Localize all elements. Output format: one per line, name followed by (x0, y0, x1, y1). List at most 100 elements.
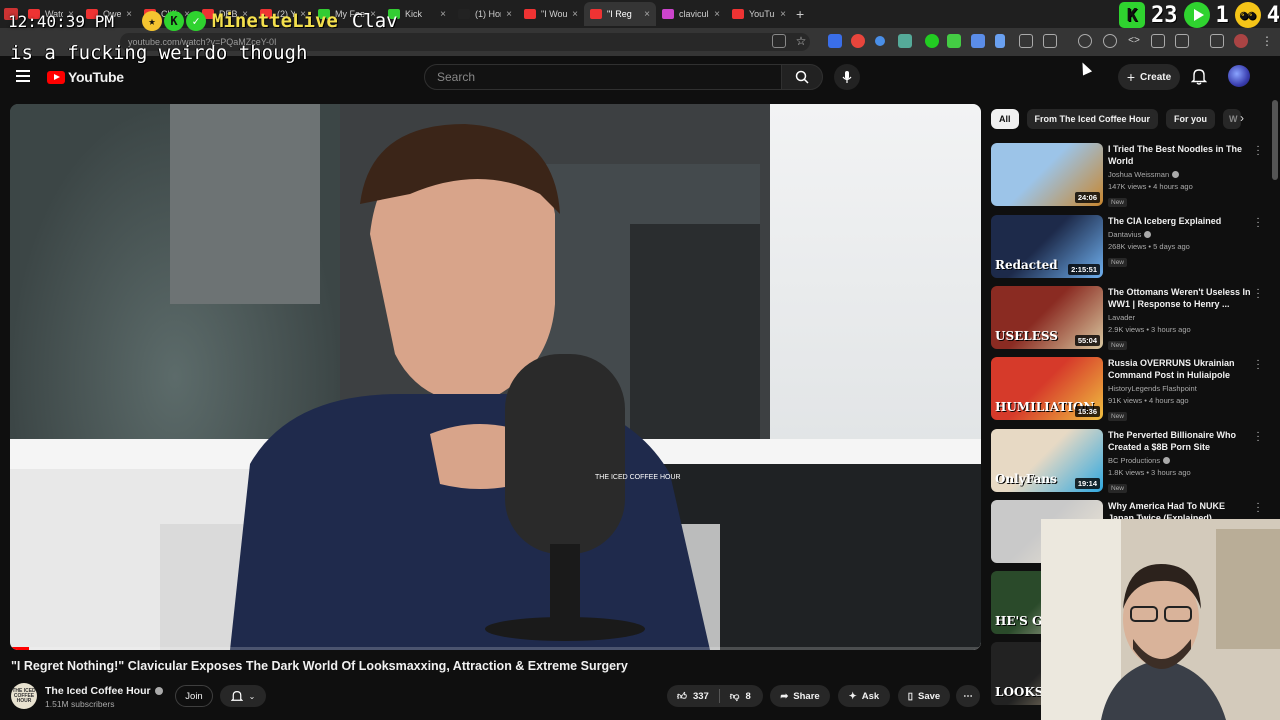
recommendation-title[interactable]: I Tried The Best Noodles in The World (1108, 143, 1252, 167)
recommendation-channel[interactable]: Joshua Weissman (1108, 170, 1252, 179)
channel-avatar[interactable]: THE ICED COFFEE HOUR (11, 683, 37, 709)
recommendation-thumbnail[interactable]: Redacted 2:15:51 (991, 215, 1103, 278)
save-button[interactable]: ▯ Save (898, 685, 950, 707)
join-button[interactable]: Join (175, 685, 213, 707)
close-icon[interactable]: × (714, 9, 720, 20)
recommendation-meta: 91K views • 4 hours ago (1108, 396, 1189, 405)
recommendation-item[interactable]: OnlyFans 19:14 The Perverted Billionaire W… (991, 428, 1266, 495)
browser-tab[interactable]: clavicular × (656, 2, 726, 26)
plus-icon: + (1126, 69, 1136, 85)
recommendation-channel[interactable]: Lavader (1108, 313, 1252, 322)
recommendation-channel[interactable]: Dantavius (1108, 230, 1252, 239)
history-icon[interactable] (1078, 34, 1092, 48)
more-vertical-icon[interactable]: · · · (1254, 356, 1262, 374)
new-badge: New (1108, 341, 1128, 350)
scrollbar[interactable] (1272, 100, 1278, 180)
hamburger-menu-icon[interactable] (16, 70, 30, 82)
more-vertical-icon[interactable]: · · · (1254, 428, 1262, 446)
close-icon[interactable]: × (780, 9, 786, 20)
voice-search-button[interactable] (834, 64, 860, 90)
share-button[interactable]: ➦ Share (770, 685, 830, 707)
tab-favicon-icon (732, 9, 744, 19)
video-duration: 19:14 (1074, 478, 1100, 489)
recommendation-title[interactable]: The Ottomans Weren't Useless In WW1 | Re… (1108, 286, 1252, 310)
thumbnail-overlay-text: LOOKS (995, 685, 1044, 699)
chip-for-you[interactable]: For you (1166, 109, 1216, 129)
extension-icon[interactable] (1103, 34, 1117, 48)
recommendation-title[interactable]: The Perverted Billionaire Who Created a … (1108, 429, 1252, 453)
extension-icon[interactable] (828, 34, 842, 48)
extension-icon[interactable] (1175, 34, 1189, 48)
recommendation-thumbnail[interactable]: USELESS 55:04 (991, 286, 1103, 349)
search-input[interactable]: Search (424, 64, 782, 90)
video-player[interactable]: THE ICED COFFEE HOUR (10, 104, 981, 650)
recommendation-channel[interactable]: HistoryLegends Flashpoint (1108, 384, 1252, 393)
recommendation-thumbnail[interactable]: OnlyFans 19:14 (991, 429, 1103, 492)
close-icon[interactable]: × (440, 9, 446, 20)
browser-tab[interactable]: "I Reg × (584, 2, 656, 26)
youtube-logo[interactable]: YouTube (47, 69, 124, 85)
recommendation-thumbnail[interactable]: 24:06 (991, 143, 1103, 206)
tab-search-icon[interactable] (1210, 34, 1224, 48)
bookmark-star-icon[interactable]: ☆ (794, 34, 808, 48)
kebab-menu-icon[interactable]: ⋮ (1260, 34, 1274, 48)
notifications-bell-icon[interactable] (1191, 68, 1207, 85)
new-badge: New (1108, 484, 1128, 493)
channel-name-label: The Iced Coffee Hour (45, 685, 151, 697)
recommendation-item[interactable]: USELESS 55:04 The Ottomans Weren't Useless… (991, 285, 1266, 352)
create-button[interactable]: + Create (1118, 64, 1180, 90)
video-progress-bar[interactable] (10, 647, 981, 650)
recommendation-title[interactable]: Russia OVERRUNS Ukrainian Command Post i… (1108, 357, 1252, 381)
recommendation-item[interactable]: 24:06 I Tried The Best Noodles in The Wor… (991, 142, 1266, 209)
browser-tab[interactable]: (1) Home × (452, 2, 518, 26)
like-button[interactable]: 👍︎ 337 (667, 685, 719, 707)
close-icon[interactable]: × (572, 9, 578, 20)
extension-icon[interactable] (898, 34, 912, 48)
recommendation-item[interactable]: Redacted 2:15:51 The CIA Iceberg Explained… (991, 214, 1266, 281)
extension-icon[interactable] (995, 34, 1005, 48)
browser-tab[interactable]: YouTube × (726, 2, 792, 26)
recommendation-item[interactable]: HUMILIATION 15:36 Russia OVERRUNS Ukrainia… (991, 356, 1266, 423)
more-vertical-icon[interactable]: · · · (1254, 285, 1262, 303)
chip-all[interactable]: All (991, 109, 1019, 129)
notification-preferences-button[interactable]: ⌄ (220, 685, 266, 707)
channel-name[interactable]: The Iced Coffee Hour (45, 685, 163, 697)
play-icon (1183, 2, 1210, 28)
more-vertical-icon[interactable]: · · · (1254, 499, 1262, 517)
more-vertical-icon[interactable]: · · · (1254, 214, 1262, 232)
chevron-right-icon[interactable]: › (1232, 111, 1252, 129)
youtube-play-icon (47, 70, 65, 84)
puzzle-icon[interactable] (1043, 34, 1057, 48)
recommendation-title[interactable]: The CIA Iceberg Explained (1108, 215, 1252, 227)
account-avatar[interactable] (1228, 65, 1250, 87)
recommendation-channel[interactable]: BC Productions (1108, 456, 1252, 465)
more-vertical-icon[interactable]: · · · (1254, 142, 1262, 160)
recommendation-info: Russia OVERRUNS Ukrainian Command Post i… (1108, 357, 1252, 423)
browser-tab[interactable]: "I Would × (518, 2, 584, 26)
chip-from-channel[interactable]: From The Iced Coffee Hour (1026, 109, 1159, 129)
extension-icon[interactable] (971, 34, 985, 48)
more-actions-button[interactable]: ⋯ (956, 685, 980, 707)
extension-icon[interactable] (925, 34, 939, 48)
recommendation-channel-label: Lavader (1108, 313, 1136, 322)
close-icon[interactable]: × (644, 9, 650, 20)
profile-icon[interactable] (1234, 34, 1248, 48)
extension-icon[interactable] (1019, 34, 1033, 48)
bookmark-icon: ▯ (907, 690, 914, 702)
close-icon[interactable]: × (126, 9, 132, 20)
new-tab-icon[interactable]: + (796, 6, 804, 22)
install-icon[interactable] (772, 34, 786, 48)
search-button[interactable] (781, 64, 823, 90)
extension-icon[interactable] (851, 34, 865, 48)
like-count: 337 (692, 690, 709, 702)
dislike-button[interactable]: 👎︎ 8 (720, 685, 761, 707)
new-badge: New (1108, 412, 1128, 421)
ask-button[interactable]: ✦ Ask (838, 685, 890, 707)
sidebar-icon[interactable] (1151, 34, 1165, 48)
code-icon[interactable]: <> (1127, 34, 1141, 48)
extension-icon[interactable] (875, 36, 885, 46)
close-icon[interactable]: × (506, 9, 512, 20)
recommendation-thumbnail[interactable]: HUMILIATION 15:36 (991, 357, 1103, 420)
extension-icon[interactable] (947, 34, 961, 48)
recommendation-info: The CIA Iceberg Explained Dantavius 268K v… (1108, 215, 1252, 269)
